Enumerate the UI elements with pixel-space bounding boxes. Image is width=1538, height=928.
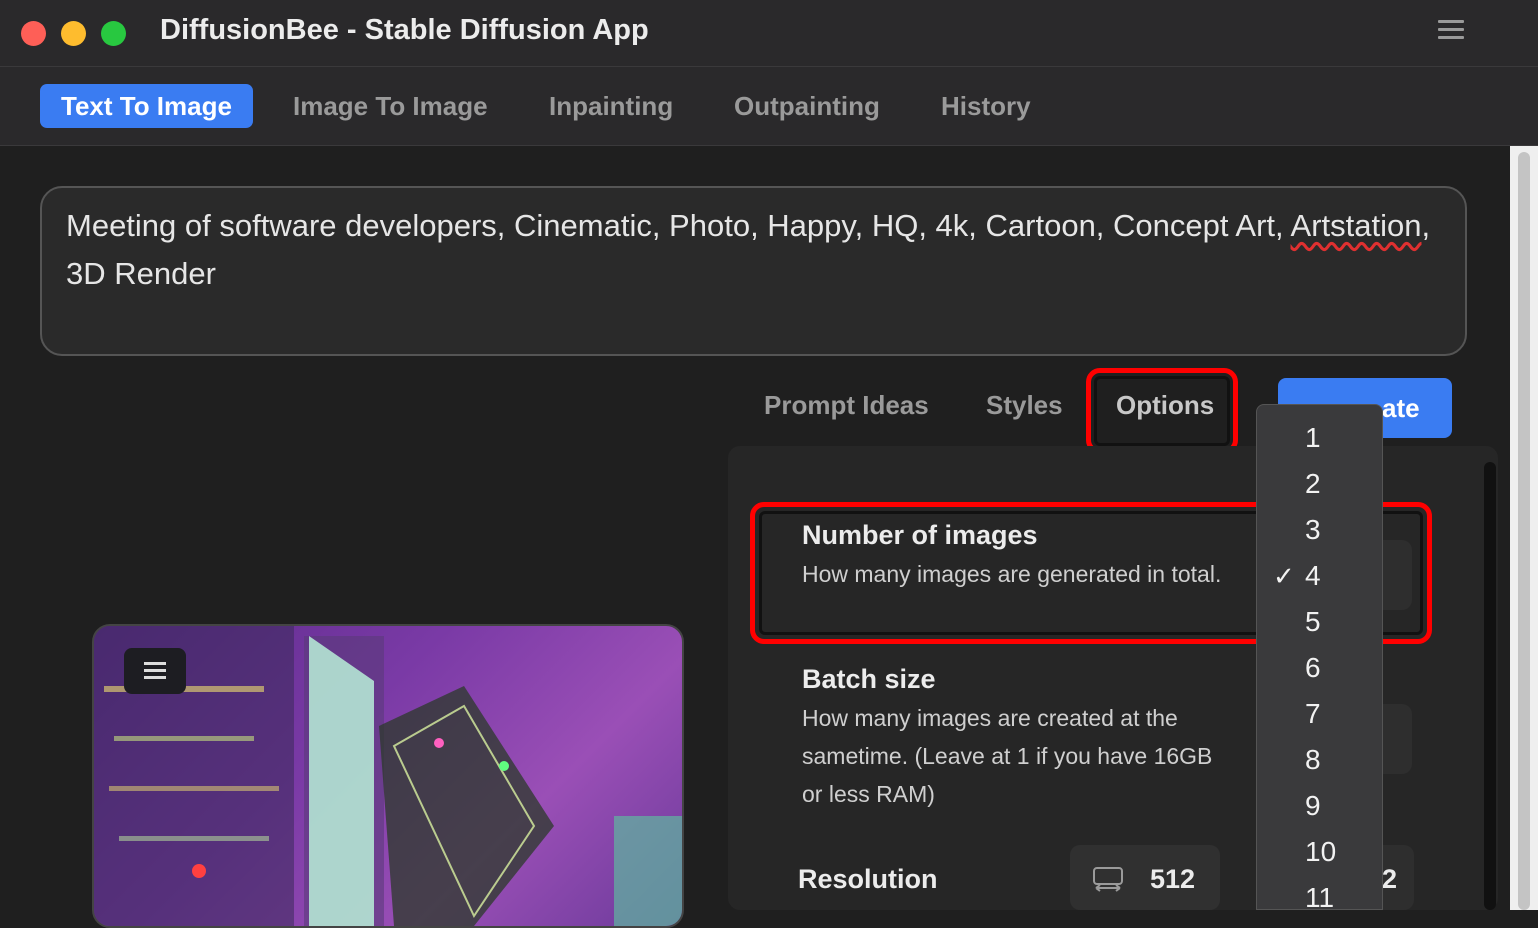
dropdown-option[interactable]: 7 <box>1257 691 1382 737</box>
resolution-title: Resolution <box>798 864 938 894</box>
prompt-text-before: Meeting of software developers, Cinemati… <box>66 208 1291 243</box>
num-images-dropdown[interactable]: 1 2 3 ✓ 4 5 6 7 8 9 10 11 <box>1256 404 1383 910</box>
batch-size-title: Batch size <box>802 664 936 694</box>
dropdown-option[interactable]: 2 <box>1257 461 1382 507</box>
resolution-height-value: 2 <box>1382 864 1398 894</box>
tab-options[interactable]: Options <box>1116 390 1214 421</box>
dropdown-option[interactable]: 1 <box>1257 415 1382 461</box>
dropdown-option[interactable]: 6 <box>1257 645 1382 691</box>
tab-outpainting[interactable]: Outpainting <box>713 84 901 128</box>
close-window-button[interactable] <box>21 21 46 46</box>
dropdown-option[interactable]: 3 <box>1257 507 1382 553</box>
title-bar: DiffusionBee - Stable Diffusion App <box>0 0 1538 67</box>
tab-image-to-image[interactable]: Image To Image <box>272 84 509 128</box>
checkmark-icon: ✓ <box>1273 561 1295 591</box>
tab-prompt-ideas[interactable]: Prompt Ideas <box>764 390 929 421</box>
dropdown-option-selected[interactable]: ✓ 4 <box>1257 553 1382 599</box>
dropdown-option[interactable]: 8 <box>1257 737 1382 783</box>
resolution-width-value: 512 <box>1150 864 1196 894</box>
app-title: DiffusionBee - Stable Diffusion App <box>160 14 649 46</box>
scrollbar-thumb[interactable] <box>1518 152 1530 910</box>
generated-image-card[interactable] <box>92 624 684 928</box>
maximize-window-button[interactable] <box>101 21 126 46</box>
main-tab-bar: Text To Image Image To Image Inpainting … <box>0 67 1538 146</box>
dropdown-option[interactable]: 10 <box>1257 829 1382 875</box>
tab-inpainting[interactable]: Inpainting <box>528 84 694 128</box>
dropdown-option[interactable]: 9 <box>1257 783 1382 829</box>
resize-icon <box>1093 867 1123 892</box>
hamburger-menu-icon[interactable] <box>1438 20 1464 42</box>
options-panel-scrollbar[interactable] <box>1484 462 1496 910</box>
batch-size-description: How many images are created at the samet… <box>802 705 1213 807</box>
prompt-misspelled-word: Artstation <box>1290 208 1422 243</box>
dropdown-option[interactable]: 5 <box>1257 599 1382 645</box>
prompt-input[interactable]: Meeting of software developers, Cinemati… <box>40 186 1467 356</box>
image-menu-button[interactable] <box>124 648 186 694</box>
minimize-window-button[interactable] <box>61 21 86 46</box>
window-scrollbar[interactable] <box>1510 146 1538 910</box>
tab-history[interactable]: History <box>920 84 1052 128</box>
tab-text-to-image[interactable]: Text To Image <box>40 84 253 128</box>
generate-button-label: ate <box>1382 393 1420 423</box>
tab-styles[interactable]: Styles <box>986 390 1063 421</box>
dropdown-option[interactable]: 11 <box>1257 875 1382 909</box>
